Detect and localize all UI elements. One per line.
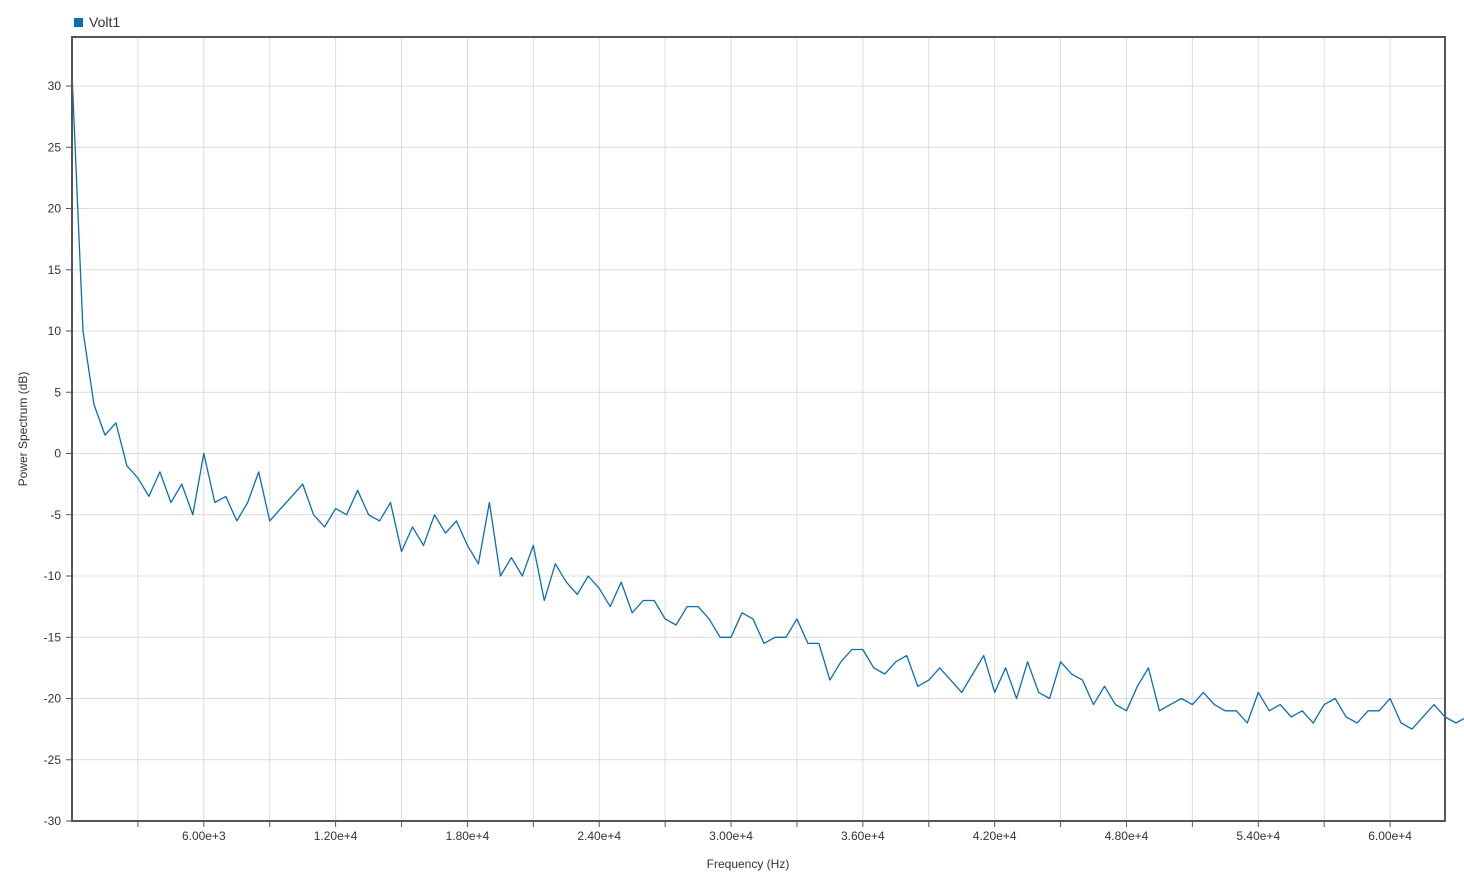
y-tick-label: -10 xyxy=(44,569,62,583)
x-tick-label: 4.20e+4 xyxy=(973,829,1017,843)
y-tick-label: 25 xyxy=(48,140,62,154)
legend-label-volt1: Volt1 xyxy=(89,14,121,30)
y-tick-label: -30 xyxy=(44,814,62,828)
x-tick-label: 2.40e+4 xyxy=(577,829,621,843)
y-tick-label: 5 xyxy=(54,385,61,399)
x-axis-title: Frequency (Hz) xyxy=(707,857,790,871)
y-tick-label: -25 xyxy=(44,753,62,767)
y-tick-label: -5 xyxy=(50,508,61,522)
plot-area xyxy=(72,37,1445,821)
legend-swatch-volt1 xyxy=(74,17,83,27)
x-tick-label: 6.00e+4 xyxy=(1368,829,1412,843)
x-tick-label: 1.80e+4 xyxy=(446,829,490,843)
y-tick-label: 15 xyxy=(48,263,62,277)
y-tick-label: 20 xyxy=(48,202,62,216)
x-tick-label: 5.40e+4 xyxy=(1236,829,1280,843)
y-axis-title: Power Spectrum (dB) xyxy=(16,372,30,487)
y-tick-label: 30 xyxy=(48,79,62,93)
power-spectrum-chart: 6.00e+3 1.20e+4 1.80e+4 2.40e+4 3.00e+4 3.60e… xyxy=(0,0,1464,882)
x-tick-label: 4.80e+4 xyxy=(1105,829,1149,843)
legend[interactable]: Volt1 xyxy=(74,13,120,31)
x-tick-label: 1.20e+4 xyxy=(314,829,358,843)
y-tick-label: -15 xyxy=(44,630,62,644)
x-tick-label: 6.00e+3 xyxy=(182,829,226,843)
x-tick-label: 3.00e+4 xyxy=(709,829,753,843)
y-tick-label: 10 xyxy=(48,324,62,338)
y-tick-label: -20 xyxy=(44,692,62,706)
y-tick-label: 0 xyxy=(54,447,61,461)
x-tick-label: 3.60e+4 xyxy=(841,829,885,843)
